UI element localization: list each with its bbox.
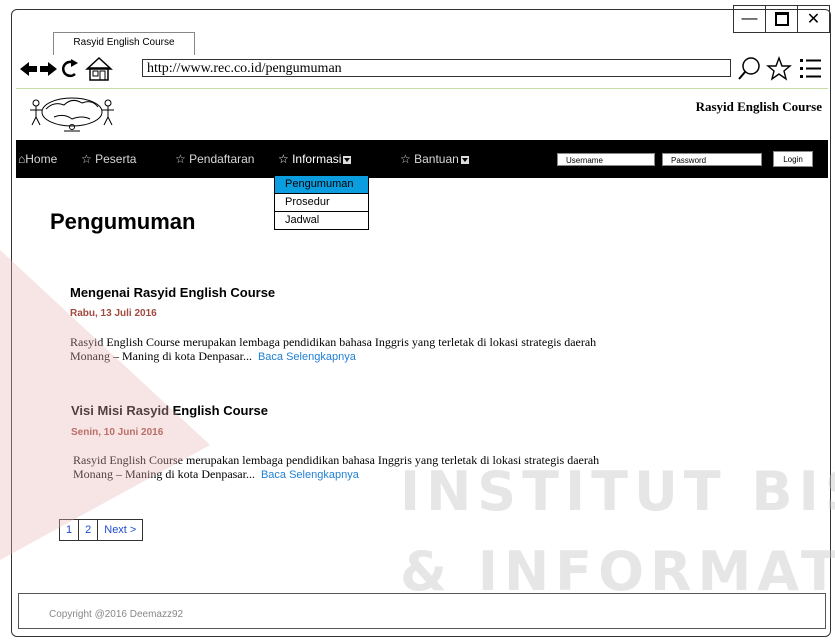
menu-peserta-label: Peserta (95, 152, 137, 166)
maximize-icon (774, 12, 789, 26)
informasi-dropdown: Pengumuman Prosedur Jadwal (274, 175, 369, 230)
menu-bantuan-label: Bantuan (414, 152, 459, 166)
back-icon[interactable] (20, 62, 37, 76)
menu-pendaftaran[interactable]: ☆ Pendaftaran (175, 152, 254, 166)
post-excerpt: Rasyid English Course merupakan lembaga … (70, 335, 670, 364)
next-page-link[interactable]: Next > (98, 520, 142, 540)
menu-informasi-label: Informasi (292, 152, 342, 166)
post-excerpt: Rasyid English Course merupakan lembaga … (73, 453, 673, 482)
post-excerpt-line: Monang – Maning di kota Denpasar... (73, 467, 255, 481)
dropdown-item-pengumuman[interactable]: Pengumuman (275, 176, 368, 194)
menu-peserta[interactable]: ☆ Peserta (81, 152, 136, 166)
address-bar[interactable]: http://www.rec.co.id/pengumuman (142, 59, 731, 77)
chevron-down-icon (343, 155, 352, 164)
post-excerpt-line: Monang – Maning di kota Denpasar... (70, 349, 252, 363)
tab-title: Rasyid English Course (73, 37, 175, 48)
star-icon: ☆ (81, 152, 96, 166)
home-icon[interactable] (85, 56, 113, 81)
site-title: Rasyid English Course (695, 99, 822, 114)
read-more-link[interactable]: Baca Selengkapnya (261, 469, 359, 481)
post-date: Rabu, 13 Juli 2016 (70, 308, 157, 319)
password-input[interactable]: Password (662, 153, 762, 166)
menu-home[interactable]: ⌂Home (18, 152, 57, 166)
username-input[interactable]: Username (557, 153, 655, 166)
chevron-down-icon (460, 155, 469, 164)
browser-tab[interactable]: Rasyid English Course (53, 32, 195, 55)
forward-icon[interactable] (40, 62, 57, 76)
search-icon[interactable] (738, 57, 760, 80)
read-more-link[interactable]: Baca Selengkapnya (258, 351, 356, 363)
username-placeholder: Username (566, 156, 603, 165)
post-title[interactable]: Visi Misi Rasyid English Course (71, 403, 268, 418)
password-placeholder: Password (671, 156, 707, 165)
browser-tools (737, 55, 829, 83)
web-page: Rasyid English Course ⌂Home ☆ Peserta ☆ … (16, 88, 828, 634)
dropdown-item-prosedur[interactable]: Prosedur (275, 194, 368, 212)
page-title: Pengumuman (50, 209, 196, 234)
post-title[interactable]: Mengenai Rasyid English Course (70, 285, 275, 300)
browser-navigation (20, 56, 140, 81)
minimize-button[interactable]: — (733, 5, 766, 33)
menu-icon[interactable] (800, 59, 821, 78)
menu-home-label: Home (25, 152, 58, 166)
reload-icon[interactable] (61, 59, 78, 78)
close-button[interactable]: ✕ (798, 5, 830, 33)
main-menu-bar: ⌂Home ☆ Peserta ☆ Pendaftaran ☆ Informas… (16, 140, 828, 178)
post-date: Senin, 10 Juni 2016 (71, 427, 164, 438)
menu-bantuan[interactable]: ☆ Bantuan (400, 152, 469, 166)
page-2-link[interactable]: 2 (79, 520, 99, 540)
site-logo[interactable] (24, 91, 120, 138)
minimize-icon: — (741, 10, 758, 27)
dropdown-item-jadwal[interactable]: Jadwal (275, 212, 368, 229)
star-icon[interactable] (766, 56, 792, 81)
menu-informasi[interactable]: ☆ Informasi (278, 152, 352, 166)
pagination: 1 2 Next > (59, 519, 144, 541)
maximize-button[interactable] (766, 5, 798, 33)
footer: Copyright @2016 Deemazz92 (18, 593, 826, 629)
copyright-text: Copyright @2016 Deemazz92 (49, 609, 184, 620)
star-icon: ☆ (175, 152, 190, 166)
menu-pendaftaran-label: Pendaftaran (189, 152, 255, 166)
address-url: http://www.rec.co.id/pengumuman (147, 61, 342, 76)
close-icon: ✕ (806, 11, 821, 28)
post-excerpt-line: Rasyid English Course merupakan lembaga … (70, 335, 597, 349)
post-excerpt-line: Rasyid English Course merupakan lembaga … (73, 453, 600, 467)
login-label: Login (783, 155, 803, 164)
window-controls: — ✕ (733, 5, 830, 33)
page-1-link[interactable]: 1 (60, 520, 80, 540)
star-icon: ☆ (278, 152, 293, 166)
login-button[interactable]: Login (773, 151, 813, 167)
star-icon: ☆ (400, 152, 415, 166)
